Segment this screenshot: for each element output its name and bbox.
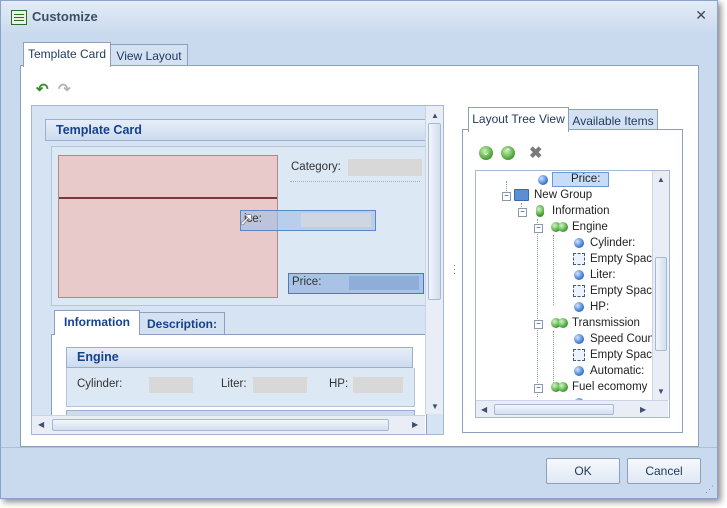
tree-node-empty-space[interactable]: Empty Space bbox=[590, 252, 658, 267]
hp-label: HP: bbox=[329, 378, 349, 390]
tab-template-card[interactable]: Template Card bbox=[23, 42, 111, 67]
tree-node-automatic[interactable]: Automatic: bbox=[590, 364, 644, 379]
tree-node-hp[interactable]: HP: bbox=[590, 300, 609, 315]
engine-group-header[interactable]: Engine bbox=[66, 347, 413, 368]
item-icon bbox=[574, 270, 584, 280]
ok-button[interactable]: OK bbox=[546, 458, 620, 484]
tree-node-transmission[interactable]: Transmission bbox=[572, 316, 640, 331]
group-icon bbox=[536, 205, 544, 217]
category-label: Category: bbox=[291, 161, 341, 173]
tab-layout-tree-view[interactable]: Layout Tree View bbox=[468, 107, 569, 132]
grid-app-icon bbox=[11, 10, 27, 25]
empty-space-icon bbox=[573, 285, 585, 297]
mouse-cursor-icon: ➚ bbox=[239, 209, 255, 229]
item-icon bbox=[574, 238, 584, 248]
designer-horizontal-scrollbar[interactable]: ◀ ▶ bbox=[32, 415, 425, 434]
layout-designer: Template Card Category: ice: ➚ Price: In… bbox=[31, 105, 444, 435]
cylinder-label: Cylinder: bbox=[77, 378, 123, 390]
expand-toggle-new-group[interactable]: − bbox=[502, 192, 511, 201]
item-icon bbox=[574, 334, 584, 344]
item-icon bbox=[574, 366, 584, 376]
price-label: Price: bbox=[292, 276, 322, 288]
close-icon[interactable]: ✕ bbox=[695, 7, 707, 24]
tree-node-empty-space[interactable]: Empty Space bbox=[590, 284, 658, 299]
title-bar: Customize ✕ bbox=[1, 1, 717, 33]
tree-node-information[interactable]: Information bbox=[552, 204, 610, 219]
tree-node-empty-space[interactable]: Empty Space bbox=[590, 348, 658, 363]
splitter-grip[interactable]: · · · bbox=[453, 261, 456, 278]
hp-value[interactable] bbox=[353, 377, 403, 393]
delete-x-icon[interactable]: ✖ bbox=[529, 143, 542, 163]
tab-information[interactable]: Information bbox=[54, 310, 140, 335]
tree-node-engine[interactable]: Engine bbox=[572, 220, 608, 235]
group-icon bbox=[558, 318, 568, 328]
liter-label: Liter: bbox=[221, 378, 247, 390]
expand-toggle-engine[interactable]: − bbox=[534, 224, 543, 233]
expand-toggle-fuel-economy[interactable]: − bbox=[534, 384, 543, 393]
folder-icon bbox=[514, 189, 529, 201]
item-icon bbox=[574, 302, 584, 312]
tree-horizontal-scrollbar[interactable]: ◀ ▶ bbox=[476, 400, 668, 417]
empty-space-icon bbox=[573, 253, 585, 265]
empty-space-icon bbox=[573, 349, 585, 361]
drag-preview: ice: bbox=[240, 210, 376, 231]
category-value[interactable] bbox=[348, 159, 422, 176]
tab-description[interactable]: Description: bbox=[139, 312, 225, 335]
designer-vertical-scrollbar[interactable]: ▲ ▼ bbox=[425, 106, 443, 414]
liter-value[interactable] bbox=[253, 377, 307, 393]
redo-arrow-icon[interactable]: ↷ bbox=[58, 80, 71, 98]
tree-node-price-selected[interactable]: Price: bbox=[538, 172, 609, 187]
tree-node-new-group[interactable]: New Group bbox=[534, 188, 592, 203]
collapse-all-icon[interactable]: ⌃ bbox=[501, 146, 515, 160]
group-icon bbox=[558, 382, 568, 392]
expand-toggle-transmission[interactable]: − bbox=[534, 320, 543, 329]
cylinder-value[interactable] bbox=[149, 377, 193, 393]
group-icon bbox=[558, 222, 568, 232]
undo-arrow-icon[interactable]: ↶ bbox=[36, 80, 49, 98]
tree-node-liter[interactable]: Liter: bbox=[590, 268, 616, 283]
resize-grip-icon[interactable]: ⋰ bbox=[705, 484, 714, 495]
window-title: Customize bbox=[32, 9, 98, 24]
layout-tree: Price: − New Group − Information − Engin… bbox=[475, 170, 670, 418]
expand-toggle-information[interactable]: − bbox=[518, 208, 527, 217]
tab-view-layout[interactable]: View Layout bbox=[110, 44, 188, 67]
expand-all-icon[interactable]: ⌄ bbox=[479, 146, 493, 160]
tree-vertical-scrollbar[interactable]: ▲ ▼ bbox=[652, 171, 669, 400]
template-card-group-header[interactable]: Template Card bbox=[45, 119, 428, 141]
tree-node-cylinder[interactable]: Cylinder: bbox=[590, 236, 635, 251]
customize-dialog: Customize ✕ Template Card View Layout ↶ … bbox=[0, 0, 718, 499]
price-item-selected[interactable]: Price: bbox=[288, 273, 424, 294]
tree-node-speed-count[interactable]: Speed Count bbox=[590, 332, 657, 347]
cancel-button[interactable]: Cancel bbox=[627, 458, 701, 484]
tree-node-fuel-economy[interactable]: Fuel ecomomy bbox=[572, 380, 647, 395]
